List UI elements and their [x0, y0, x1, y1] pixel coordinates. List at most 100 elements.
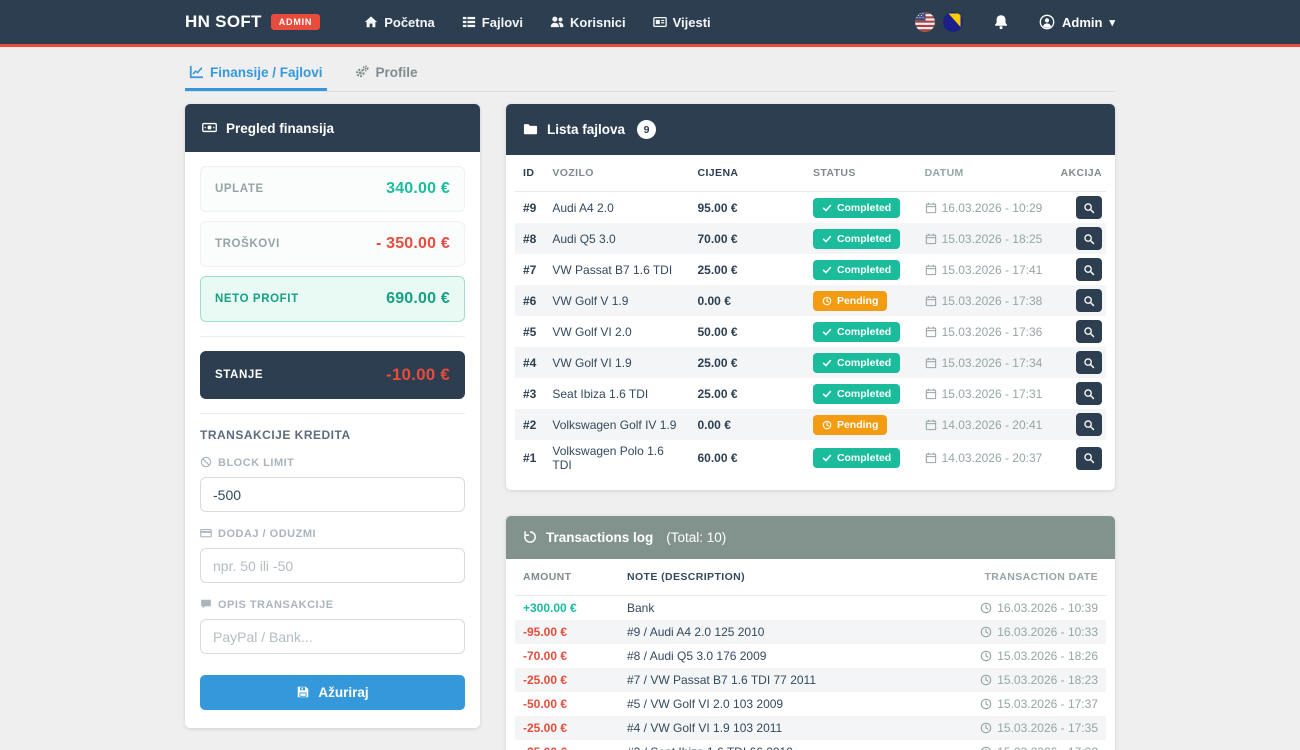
- transactions-total: (Total: 10): [666, 530, 726, 545]
- file-vozilo: Audi Q5 3.0: [544, 223, 689, 254]
- user-circle-icon: [1039, 14, 1055, 31]
- col-vozilo: VOZILO: [544, 155, 689, 192]
- calendar-icon: [925, 294, 937, 308]
- credit-card-icon: [200, 527, 212, 540]
- status-badge: Completed: [813, 229, 900, 249]
- uplate-value: 340.00 €: [386, 180, 450, 198]
- gears-icon: [355, 65, 369, 80]
- file-cijena: 0.00 €: [690, 285, 805, 316]
- file-id: #1: [515, 440, 544, 476]
- file-id: #2: [515, 409, 544, 440]
- calendar-icon: [925, 356, 937, 370]
- col-note: NOTE (DESCRIPTION): [619, 559, 914, 596]
- transaction-date: 15.03.2026 - 17:37: [914, 692, 1106, 716]
- tab-finansije-fajlovi[interactable]: Finansije / Fajlovi: [185, 55, 327, 91]
- nav-item-korisnici[interactable]: Korisnici: [550, 15, 626, 30]
- clock-icon: [980, 745, 992, 750]
- status-badge: Pending: [813, 291, 887, 311]
- view-file-button[interactable]: [1076, 320, 1102, 343]
- file-id: #5: [515, 316, 544, 347]
- search-icon: [1083, 202, 1095, 214]
- transaction-note: #8 / Audi Q5 3.0 176 2009: [619, 644, 914, 668]
- file-datum: 15.03.2026 - 17:31: [917, 378, 1053, 409]
- file-id: #3: [515, 378, 544, 409]
- view-file-button[interactable]: [1076, 382, 1102, 405]
- file-datum: 15.03.2026 - 18:25: [917, 223, 1053, 254]
- transaction-amount: -50.00 €: [515, 692, 619, 716]
- brand-logo[interactable]: HN SOFT: [185, 12, 262, 32]
- dodaj-oduzmi-input[interactable]: [200, 548, 465, 583]
- file-vozilo: Audi A4 2.0: [544, 192, 689, 224]
- notifications-bell-icon[interactable]: [993, 14, 1009, 30]
- view-file-button[interactable]: [1076, 227, 1102, 250]
- status-badge: Completed: [813, 260, 900, 280]
- search-icon: [1083, 264, 1095, 276]
- azuriraj-button[interactable]: Ažuriraj: [200, 675, 465, 710]
- transaction-amount: -25.00 €: [515, 716, 619, 740]
- line-chart-icon: [189, 65, 203, 80]
- file-cijena: 25.00 €: [690, 254, 805, 285]
- file-datum: 15.03.2026 - 17:36: [917, 316, 1053, 347]
- block-limit-input[interactable]: [200, 477, 465, 512]
- transaction-date: 15.03.2026 - 17:35: [914, 716, 1106, 740]
- troskovi-value: - 350.00 €: [376, 235, 450, 253]
- transaction-row: -50.00 € #5 / VW Golf VI 2.0 103 2009 15…: [515, 692, 1106, 716]
- dodaj-oduzmi-label: DODAJ / ODUZMI: [200, 527, 465, 540]
- admin-badge: ADMIN: [271, 14, 321, 30]
- nav-item-pocetna[interactable]: Početna: [364, 15, 435, 30]
- transaction-note: #4 / VW Golf VI 1.9 103 2011: [619, 716, 914, 740]
- search-icon: [1083, 388, 1095, 400]
- transaction-amount: +300.00 €: [515, 596, 619, 620]
- files-panel: Lista fajlova 9 ID VOZILO CIJENA STATUS …: [506, 104, 1115, 490]
- file-datum: 15.03.2026 - 17:34: [917, 347, 1053, 378]
- finance-panel: Pregled finansija UPLATE 340.00 € TROŠKO…: [185, 104, 480, 728]
- transactions-panel: Transactions log (Total: 10) AMOUNT NOTE…: [506, 516, 1115, 750]
- transaction-amount: -70.00 €: [515, 644, 619, 668]
- file-datum: 16.03.2026 - 10:29: [917, 192, 1053, 224]
- transaction-note: #7 / VW Passat B7 1.6 TDI 77 2011: [619, 668, 914, 692]
- transaction-row: +300.00 € Bank 16.03.2026 - 10:39: [515, 596, 1106, 620]
- neto-profit-card: NETO PROFIT 690.00 €: [200, 276, 465, 322]
- col-cijena: CIJENA: [690, 155, 805, 192]
- finance-panel-header: Pregled finansija: [185, 104, 480, 152]
- transaction-amount: -95.00 €: [515, 620, 619, 644]
- view-file-button[interactable]: [1076, 289, 1102, 312]
- file-cijena: 50.00 €: [690, 316, 805, 347]
- status-badge: Completed: [813, 384, 900, 404]
- view-file-button[interactable]: [1076, 447, 1102, 470]
- search-icon: [1083, 357, 1095, 369]
- credit-transactions-heading: TRANSAKCIJE KREDITA: [200, 428, 465, 442]
- ba-flag-icon[interactable]: [943, 12, 963, 32]
- status-badge: Completed: [813, 448, 900, 468]
- transaction-note: #3 / Seat Ibiza 1.6 TDI 66 2010: [619, 740, 914, 750]
- view-file-button[interactable]: [1076, 351, 1102, 374]
- users-icon: [550, 15, 564, 30]
- file-cijena: 0.00 €: [690, 409, 805, 440]
- transaction-amount: -25.00 €: [515, 668, 619, 692]
- file-vozilo: VW Golf VI 1.9: [544, 347, 689, 378]
- view-file-button[interactable]: [1076, 258, 1102, 281]
- transaction-note: #9 / Audi A4 2.0 125 2010: [619, 620, 914, 644]
- user-menu[interactable]: Admin ▾: [1039, 14, 1115, 31]
- transaction-note: Bank: [619, 596, 914, 620]
- nav-item-fajlovi[interactable]: Fajlovi: [462, 15, 523, 30]
- calendar-icon: [925, 451, 937, 465]
- opis-transakcije-input[interactable]: [200, 619, 465, 654]
- uplate-label: UPLATE: [215, 183, 264, 195]
- view-file-button[interactable]: [1076, 196, 1102, 219]
- tab-profile[interactable]: Profile: [351, 55, 422, 91]
- us-flag-icon[interactable]: [915, 12, 935, 32]
- list-icon: [462, 15, 476, 30]
- file-row: #9 Audi A4 2.0 95.00 € Completed: [515, 192, 1106, 224]
- calendar-icon: [925, 263, 937, 277]
- clock-icon: [980, 649, 992, 663]
- clock-icon: [980, 625, 992, 639]
- nav-item-vijesti[interactable]: Vijesti: [653, 15, 711, 30]
- file-row: #7 VW Passat B7 1.6 TDI 25.00 € Complete…: [515, 254, 1106, 285]
- search-icon: [1083, 326, 1095, 338]
- opis-transakcije-label: OPIS TRANSAKCIJE: [200, 598, 465, 611]
- nav-menu: Početna Fajlovi Korisnici Vijesti: [364, 15, 710, 30]
- col-status: STATUS: [805, 155, 917, 192]
- view-file-button[interactable]: [1076, 413, 1102, 436]
- troskovi-label: TROŠKOVI: [215, 238, 280, 250]
